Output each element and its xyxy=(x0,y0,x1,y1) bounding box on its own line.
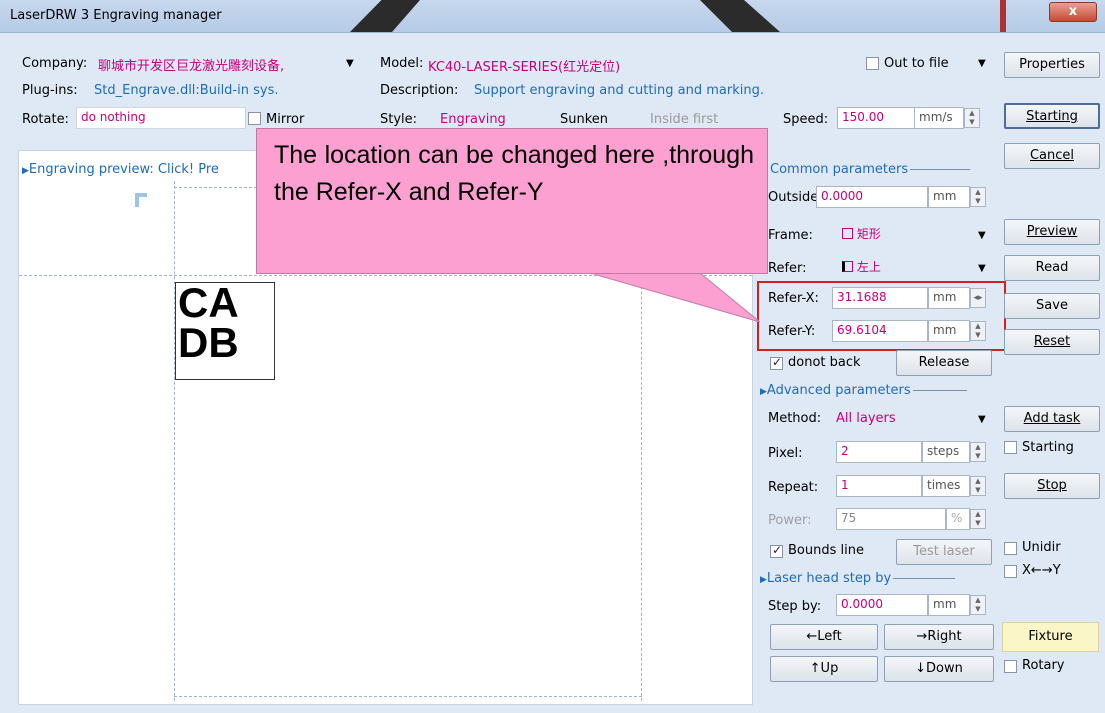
callout-text: The location can be changed here ,throug… xyxy=(274,141,754,206)
callout-pointer xyxy=(589,271,761,323)
